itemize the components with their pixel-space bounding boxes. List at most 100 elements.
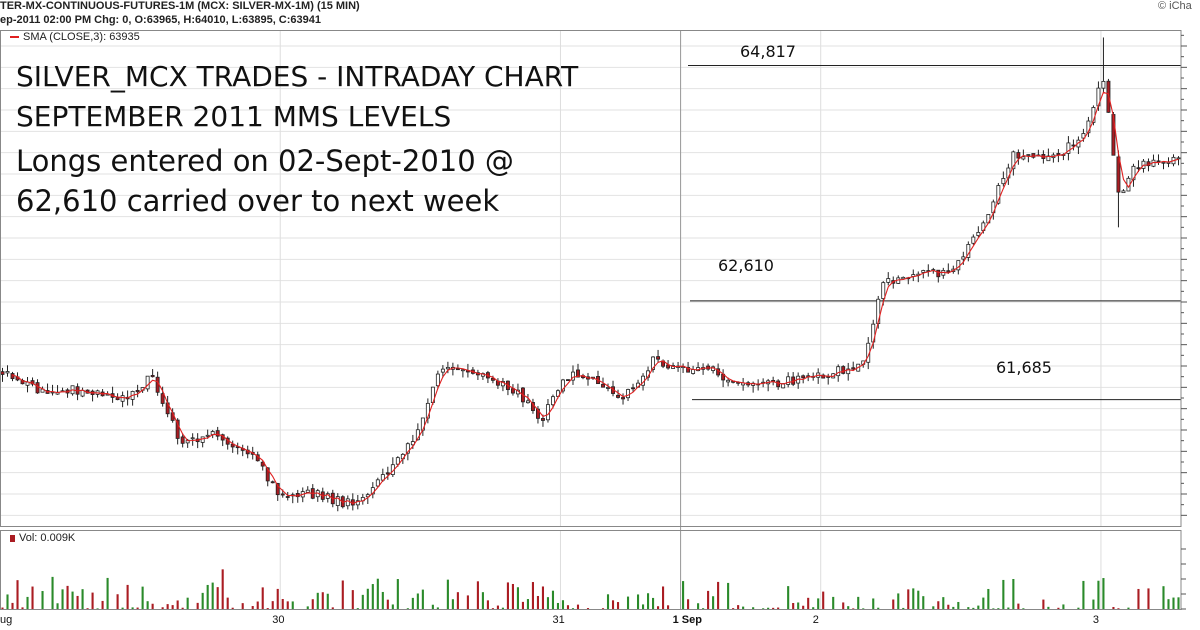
volume-bar (481, 592, 484, 609)
candle-body (841, 366, 846, 374)
volume-bar (181, 607, 184, 609)
volume-bar (982, 597, 985, 609)
volume-bar (351, 590, 354, 609)
candle-body (551, 396, 555, 406)
volume-bar (396, 579, 399, 609)
candle-body (1121, 190, 1126, 194)
volume-bar (1177, 597, 1180, 609)
volume-bar (286, 601, 289, 609)
volume-bar (281, 599, 284, 609)
volume-bar (772, 607, 775, 609)
volume-bar (226, 597, 229, 609)
volume-bar (86, 608, 89, 609)
volume-bar (331, 607, 334, 609)
volume-bar (1022, 608, 1025, 609)
volume-bar (917, 590, 920, 609)
volume-bar (31, 586, 34, 609)
volume-bar (141, 586, 144, 609)
volume-bar (992, 608, 995, 609)
volume-bar (166, 604, 169, 609)
volume-bar (436, 607, 439, 609)
volume-bar (1042, 599, 1045, 609)
candle-body (35, 382, 40, 394)
volume-bar (937, 601, 940, 609)
volume-bar (657, 606, 660, 609)
candle-body (971, 236, 976, 244)
volume-bar (1047, 606, 1050, 609)
candle-body (0, 371, 5, 375)
volume-bar (76, 595, 79, 609)
volume-bar (922, 596, 925, 609)
volume-bar (662, 586, 665, 609)
volume-bar (256, 601, 259, 609)
volume-bar (201, 592, 204, 609)
candle-body (606, 387, 610, 389)
volume-bar (381, 591, 384, 609)
volume-bar (957, 601, 960, 609)
candle-body (205, 434, 210, 437)
volume-bar (506, 582, 509, 609)
level-label-2: 62,610 (718, 256, 774, 275)
volume-bar (516, 587, 519, 609)
candle-body (1136, 167, 1141, 170)
candle-body (120, 395, 125, 402)
volume-bar (1002, 579, 1005, 609)
volume-bar (907, 589, 910, 609)
volume-bar (1127, 607, 1130, 609)
volume-bar (496, 605, 499, 609)
volume-bar (1082, 580, 1085, 609)
volume-bar (646, 593, 650, 609)
volume-bar (206, 584, 209, 609)
volume-bar (326, 593, 329, 609)
volume-bar (667, 605, 670, 609)
price-chart (0, 30, 1187, 610)
volume-bar (56, 603, 59, 609)
volume-bar (606, 594, 610, 609)
volume-bar (366, 588, 369, 609)
candle-body (1001, 178, 1006, 185)
volume-bar (832, 596, 835, 609)
volume-bar (1097, 580, 1100, 609)
volume-bar (742, 606, 745, 609)
chart-note-line2: 62,610 carried over to next week (16, 184, 500, 218)
sma-swatch-icon (10, 36, 19, 39)
volume-bar (576, 604, 580, 609)
volume-bar (727, 582, 730, 609)
candle-body (150, 374, 155, 378)
candle-body (510, 388, 515, 394)
candle-body (385, 472, 390, 475)
volume-bar (842, 602, 845, 609)
x-tick-label: 3 (1092, 614, 1100, 626)
volume-bar (626, 596, 630, 609)
volume-bar (822, 591, 825, 609)
volume-bar (702, 608, 705, 609)
volume-bar (912, 588, 915, 609)
candle-body (1156, 160, 1161, 163)
candle-body (455, 368, 460, 371)
level-label-1: 64,817 (740, 42, 796, 61)
candle-body (946, 270, 951, 273)
candle-body (200, 436, 205, 443)
volume-bar (1102, 578, 1105, 609)
candle-body (936, 269, 941, 278)
volume-bar (196, 602, 199, 609)
candle-body (851, 367, 856, 370)
volume-bar (316, 592, 319, 609)
volume-bar (241, 603, 244, 609)
volume-bar (967, 607, 970, 609)
volume-bar (386, 599, 389, 609)
volume-bar (341, 580, 344, 609)
volume-bar (586, 608, 590, 609)
candle-body (566, 379, 570, 382)
volume-bar (812, 607, 815, 609)
volume-bar (306, 606, 309, 609)
volume-bar (571, 608, 575, 609)
volume-bar (431, 604, 434, 609)
volume-bar (551, 590, 555, 609)
candle-body (726, 379, 731, 383)
candle-body (1026, 154, 1031, 156)
candle-body (976, 231, 981, 236)
volume-bar (942, 597, 945, 609)
candle-body (961, 256, 966, 260)
volume-bar (491, 608, 494, 609)
